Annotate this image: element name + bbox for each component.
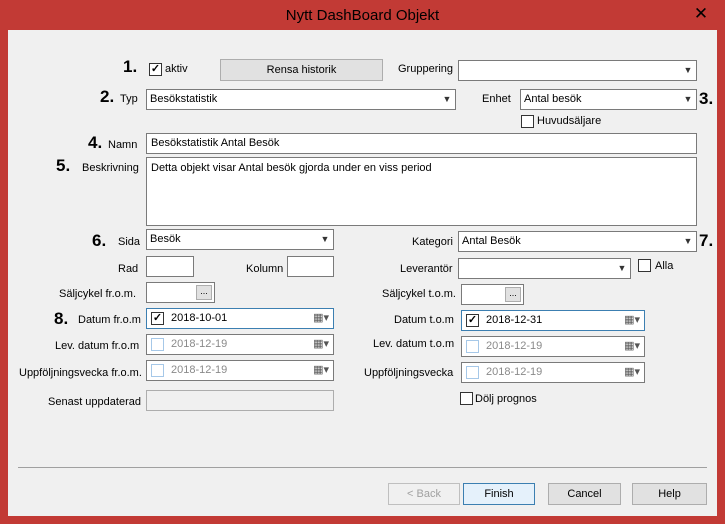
- kolumn-field[interactable]: [287, 256, 334, 277]
- uppf-vecka-from-checkbox[interactable]: [151, 364, 164, 377]
- marker-6: 6.: [92, 231, 107, 250]
- calendar-icon[interactable]: ▦▾: [618, 340, 640, 353]
- uppf-vecka-from-datepicker[interactable]: 2018-12-19 ▦▾: [146, 360, 334, 381]
- cancel-button[interactable]: Cancel: [548, 483, 621, 505]
- dolj-prognos-checkbox[interactable]: [460, 392, 473, 405]
- saljcykel-tom-browse-button[interactable]: ...: [505, 287, 521, 302]
- sida-select[interactable]: Besök ▼: [146, 229, 334, 250]
- marker-5: 5.: [56, 156, 71, 175]
- calendar-icon[interactable]: ▦▾: [307, 364, 329, 377]
- marker-8: 8.: [54, 309, 69, 328]
- saljcykel-tom-field[interactable]: ...: [461, 284, 524, 305]
- datum-tom-label: Datum t.o.m: [394, 314, 454, 326]
- lev-datum-from-checkbox[interactable]: [151, 338, 164, 351]
- calendar-icon[interactable]: ▦▾: [307, 338, 329, 351]
- chevron-down-icon: ▼: [683, 65, 693, 75]
- dialog-body: 1. aktiv Rensa historik Gruppering ▼ 2. …: [8, 30, 717, 516]
- marker-7: 7.: [699, 231, 714, 250]
- marker-2: 2.: [100, 87, 115, 106]
- sida-value: Besök: [150, 233, 181, 245]
- title-bar: Nytt DashBoard Objekt ✕: [0, 0, 725, 30]
- enhet-value: Antal besök: [524, 93, 582, 105]
- lev-datum-from-value: 2018-12-19: [171, 338, 228, 350]
- footer-divider: [18, 467, 707, 468]
- calendar-icon[interactable]: ▦▾: [618, 314, 640, 327]
- saljcykel-tom-label: Säljcykel t.o.m.: [382, 288, 456, 300]
- kategori-select[interactable]: Antal Besök ▼: [458, 231, 697, 252]
- dolj-prognos-label: Dölj prognos: [475, 393, 537, 405]
- beskrivning-label: Beskrivning: [82, 162, 139, 174]
- datum-tom-value: 2018-12-31: [486, 314, 543, 326]
- gruppering-label: Gruppering: [398, 63, 454, 75]
- sida-label: Sida: [118, 236, 141, 248]
- lev-datum-tom-checkbox[interactable]: [466, 340, 479, 353]
- uppf-vecka-label: Uppföljningsvecka: [364, 367, 454, 379]
- datum-tom-checkbox[interactable]: [466, 314, 479, 327]
- chevron-down-icon: ▼: [683, 94, 693, 104]
- back-button[interactable]: < Back: [388, 483, 460, 505]
- chevron-down-icon: ▼: [617, 263, 627, 273]
- datum-from-datepicker[interactable]: 2018-10-01 ▦▾: [146, 308, 334, 329]
- senast-uppdaterad-field: [146, 390, 334, 411]
- lev-datum-tom-value: 2018-12-19: [486, 340, 543, 352]
- namn-field[interactable]: Besökstatistik Antal Besök: [146, 133, 697, 154]
- kategori-label: Kategori: [412, 236, 453, 248]
- enhet-select[interactable]: Antal besök ▼: [520, 89, 697, 110]
- alla-checkbox[interactable]: [638, 259, 651, 272]
- leverantor-select[interactable]: ▼: [458, 258, 631, 279]
- kolumn-label: Kolumn: [246, 263, 284, 275]
- rad-field[interactable]: [146, 256, 194, 277]
- lev-datum-tom-datepicker[interactable]: 2018-12-19 ▦▾: [461, 336, 645, 357]
- enhet-label: Enhet: [482, 93, 511, 105]
- alla-label: Alla: [655, 260, 674, 272]
- chevron-down-icon: ▼: [442, 94, 452, 104]
- uppf-vecka-from-label: Uppföljningsvecka fr.o.m.: [19, 367, 142, 379]
- uppf-vecka-value: 2018-12-19: [486, 366, 543, 378]
- marker-4: 4.: [88, 133, 103, 152]
- saljcykel-from-field[interactable]: ...: [146, 282, 215, 303]
- help-button[interactable]: Help: [632, 483, 707, 505]
- chevron-down-icon: ▼: [683, 236, 693, 246]
- window-title: Nytt DashBoard Objekt: [285, 7, 440, 24]
- kategori-value: Antal Besök: [462, 235, 521, 247]
- close-icon[interactable]: ✕: [683, 0, 719, 28]
- calendar-icon[interactable]: ▦▾: [618, 366, 640, 379]
- saljcykel-from-label: Säljcykel fr.o.m.: [59, 288, 137, 300]
- typ-select[interactable]: Besökstatistik ▼: [146, 89, 456, 110]
- datum-from-label: Datum fr.o.m: [78, 314, 141, 326]
- huvudsaljare-checkbox[interactable]: [521, 115, 534, 128]
- senast-uppdaterad-label: Senast uppdaterad: [48, 396, 141, 408]
- finish-button[interactable]: Finish: [463, 483, 535, 505]
- aktiv-label: aktiv: [165, 63, 188, 75]
- chevron-down-icon: ▼: [320, 234, 330, 244]
- saljcykel-from-browse-button[interactable]: ...: [196, 285, 212, 300]
- datum-tom-datepicker[interactable]: 2018-12-31 ▦▾: [461, 310, 645, 331]
- datum-from-checkbox[interactable]: [151, 312, 164, 325]
- uppf-vecka-from-value: 2018-12-19: [171, 364, 228, 376]
- namn-label: Namn: [108, 139, 138, 151]
- typ-label: Typ: [120, 93, 138, 105]
- uppf-vecka-datepicker[interactable]: 2018-12-19 ▦▾: [461, 362, 645, 383]
- marker-1: 1.: [123, 57, 138, 76]
- dialog-window: Nytt DashBoard Objekt ✕ 1. aktiv Rensa h…: [0, 0, 725, 524]
- rensa-historik-button[interactable]: Rensa historik: [220, 59, 383, 81]
- calendar-icon[interactable]: ▦▾: [307, 312, 329, 325]
- rad-label: Rad: [118, 263, 139, 275]
- lev-datum-tom-label: Lev. datum t.o.m: [373, 338, 455, 350]
- gruppering-select[interactable]: ▼: [458, 60, 697, 81]
- aktiv-checkbox[interactable]: [149, 63, 162, 76]
- typ-value: Besökstatistik: [150, 93, 218, 105]
- lev-datum-from-datepicker[interactable]: 2018-12-19 ▦▾: [146, 334, 334, 355]
- beskrivning-textarea[interactable]: Detta objekt visar Antal besök gjorda un…: [146, 157, 697, 226]
- uppf-vecka-checkbox[interactable]: [466, 366, 479, 379]
- marker-3: 3.: [699, 89, 714, 108]
- huvudsaljare-label: Huvudsäljare: [537, 115, 602, 127]
- lev-datum-from-label: Lev. datum fr.o.m: [55, 340, 140, 352]
- datum-from-value: 2018-10-01: [171, 312, 228, 324]
- leverantor-label: Leverantör: [400, 263, 453, 275]
